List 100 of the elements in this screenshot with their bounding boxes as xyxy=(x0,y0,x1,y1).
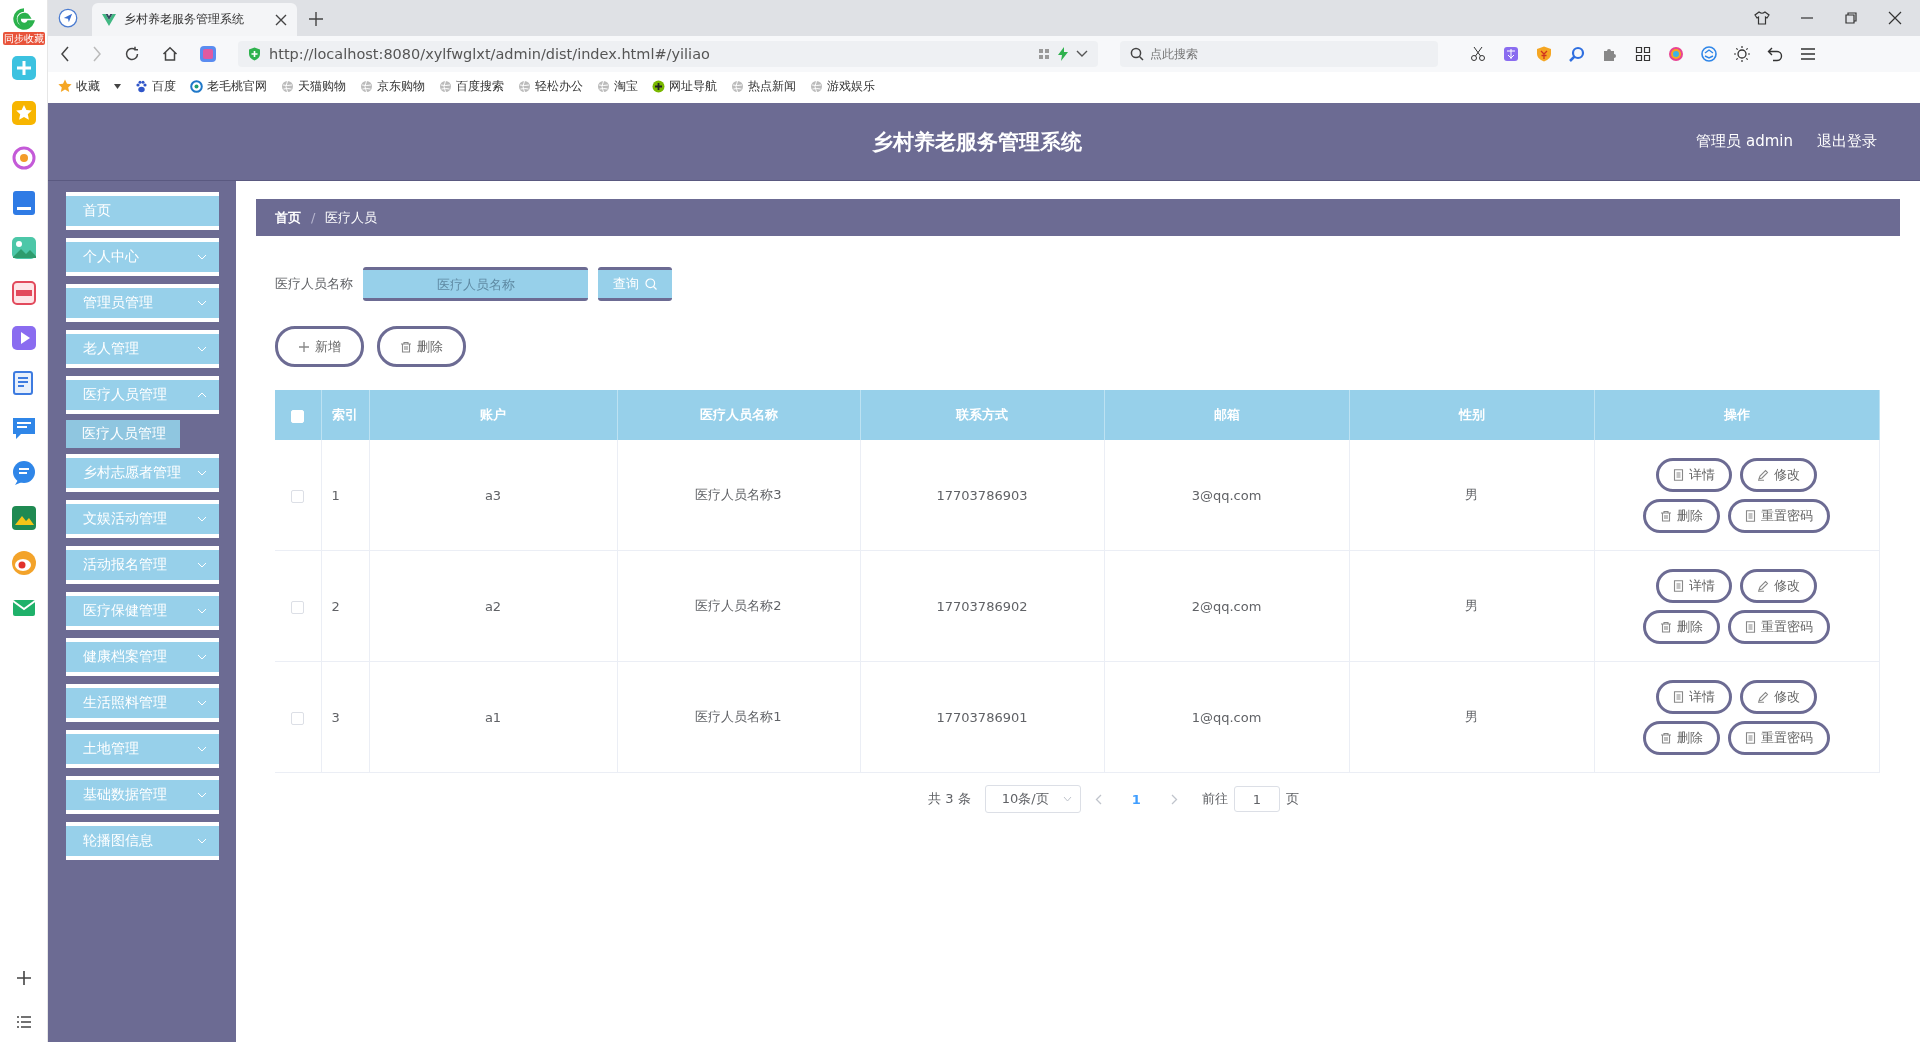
trash-icon xyxy=(1660,731,1672,744)
select-all-checkbox[interactable] xyxy=(291,409,305,423)
home-icon[interactable] xyxy=(162,46,178,62)
ring-icon[interactable] xyxy=(10,145,37,171)
sync-label[interactable]: 同步收藏 xyxy=(2,32,45,45)
grid-icon[interactable] xyxy=(1635,46,1651,62)
table-cell: 1 xyxy=(331,487,340,503)
table-cell: 2@qq.com xyxy=(1191,598,1262,614)
edit-button[interactable]: 修改 xyxy=(1740,457,1817,492)
page-input[interactable]: 1 xyxy=(1233,786,1280,812)
row-checkbox[interactable] xyxy=(291,600,305,614)
menu-label: 个人中心 xyxy=(83,248,140,266)
translate-icon[interactable] xyxy=(1503,46,1519,62)
bookmark[interactable]: 收藏 xyxy=(58,77,100,95)
app-tile-icon[interactable] xyxy=(10,190,37,216)
close-icon[interactable] xyxy=(1888,11,1902,25)
back-icon[interactable] xyxy=(60,46,70,62)
reset-password-button[interactable]: 重置密码 xyxy=(1728,498,1830,533)
document-icon xyxy=(1745,620,1756,633)
menu-label: 文娱活动管理 xyxy=(83,510,168,528)
search-field[interactable]: 点此搜索 xyxy=(1120,41,1438,67)
colorful-circle-icon[interactable] xyxy=(1668,46,1684,62)
column-header: 账户 xyxy=(480,407,506,422)
compass-icon[interactable] xyxy=(58,8,78,28)
list-icon[interactable] xyxy=(16,1016,31,1028)
restore-icon[interactable] xyxy=(1844,11,1858,25)
scissors-icon[interactable] xyxy=(1470,46,1486,62)
delete-button[interactable]: 删除 xyxy=(1643,720,1720,755)
bookmark[interactable]: 百度 xyxy=(135,77,176,95)
globe-icon xyxy=(360,79,373,93)
page-size-select[interactable]: 10条/页 xyxy=(984,785,1081,813)
row-checkbox[interactable] xyxy=(291,489,305,503)
globe-icon xyxy=(597,79,610,93)
table-cell: 17703786902 xyxy=(936,598,1028,614)
row-checkbox[interactable] xyxy=(291,711,305,725)
chevron-down-icon xyxy=(1062,796,1072,802)
magnifier-icon[interactable] xyxy=(1569,46,1585,62)
delete-button[interactable]: 删除 xyxy=(1643,498,1720,533)
delete-button[interactable]: 删除 xyxy=(1643,609,1720,644)
reload-icon[interactable] xyxy=(124,46,140,62)
menu-icon[interactable] xyxy=(1800,46,1816,62)
bookmark[interactable]: 热点新闻 xyxy=(731,77,796,95)
bookmark[interactable]: 天猫购物 xyxy=(281,77,346,95)
reset-password-button[interactable]: 重置密码 xyxy=(1728,720,1830,755)
chevron-down-icon[interactable] xyxy=(1076,50,1088,58)
map-icon[interactable] xyxy=(10,505,37,531)
globe-icon xyxy=(439,79,452,93)
sun-icon[interactable] xyxy=(1734,46,1750,62)
bookmark[interactable]: 游戏娱乐 xyxy=(810,77,875,95)
sync-circle-icon[interactable] xyxy=(1701,46,1717,62)
address-bar[interactable]: http://localhost:8080/xylfwglxt/admin/dist/index.html#/yiliao xyxy=(238,41,1098,67)
column-header: 性别 xyxy=(1458,407,1485,422)
name-search-field[interactable]: 医疗人员名称 xyxy=(363,267,588,301)
globe-icon xyxy=(810,79,823,93)
pencil-icon xyxy=(1757,468,1769,481)
caret-icon[interactable] xyxy=(114,83,121,89)
breadcrumb-link[interactable]: 首页 xyxy=(275,208,301,227)
bookmark[interactable]: 老毛桃官网 xyxy=(190,77,267,95)
new-tab-icon[interactable] xyxy=(309,12,323,26)
bookmark[interactable]: 淘宝 xyxy=(597,77,638,95)
reset-password-button[interactable]: 重置密码 xyxy=(1728,609,1830,644)
table-cell: 3@qq.com xyxy=(1191,487,1262,503)
menu-label: 健康档案管理 xyxy=(83,648,168,666)
bookmark[interactable]: 轻松办公 xyxy=(518,77,583,95)
globe-icon xyxy=(731,79,744,93)
puzzle-icon[interactable] xyxy=(1602,46,1618,62)
table-cell: a2 xyxy=(484,598,502,614)
table-cell: 男 xyxy=(1465,487,1478,502)
speech-bubble-icon[interactable] xyxy=(10,460,37,486)
bolt-icon[interactable] xyxy=(1058,47,1068,61)
image-icon[interactable] xyxy=(10,235,37,261)
trash-icon xyxy=(1660,620,1672,633)
play-icon[interactable] xyxy=(10,325,37,351)
close-icon[interactable] xyxy=(275,13,287,26)
edit-button[interactable]: 修改 xyxy=(1740,568,1817,603)
chat-icon[interactable] xyxy=(10,415,37,441)
bookmark[interactable]: 京东购物 xyxy=(360,77,425,95)
detail-button[interactable]: 详情 xyxy=(1656,457,1732,492)
bookmark[interactable]: 百度搜索 xyxy=(439,77,504,95)
table-cell: 3 xyxy=(331,709,340,725)
browser-tab[interactable]: 乡村养老服务管理系统 xyxy=(92,3,297,36)
column-header: 联系方式 xyxy=(956,407,1008,422)
column-header: 邮箱 xyxy=(1213,407,1240,422)
add-icon[interactable] xyxy=(15,970,32,986)
globe-icon xyxy=(281,79,294,93)
detail-button[interactable]: 详情 xyxy=(1656,568,1732,603)
shirt-icon[interactable] xyxy=(1754,11,1770,25)
logout-link[interactable]: 退出登录 xyxy=(1817,132,1877,151)
star-square-icon[interactable] xyxy=(10,100,37,126)
delete-button[interactable]: 删除 xyxy=(377,326,466,367)
shield-badge-icon[interactable] xyxy=(1536,46,1552,62)
edit-button[interactable]: 修改 xyxy=(1740,679,1817,714)
undo-icon[interactable] xyxy=(1767,46,1783,62)
add-button[interactable]: 新增 xyxy=(275,326,364,367)
plus-square-icon[interactable] xyxy=(10,55,37,81)
document-icon xyxy=(1673,690,1684,703)
eye-logo-icon[interactable] xyxy=(10,550,37,576)
detail-button[interactable]: 详情 xyxy=(1656,679,1732,714)
user-label: 管理员 admin xyxy=(1696,132,1793,151)
bookmark[interactable]: 网址导航 xyxy=(652,77,717,95)
